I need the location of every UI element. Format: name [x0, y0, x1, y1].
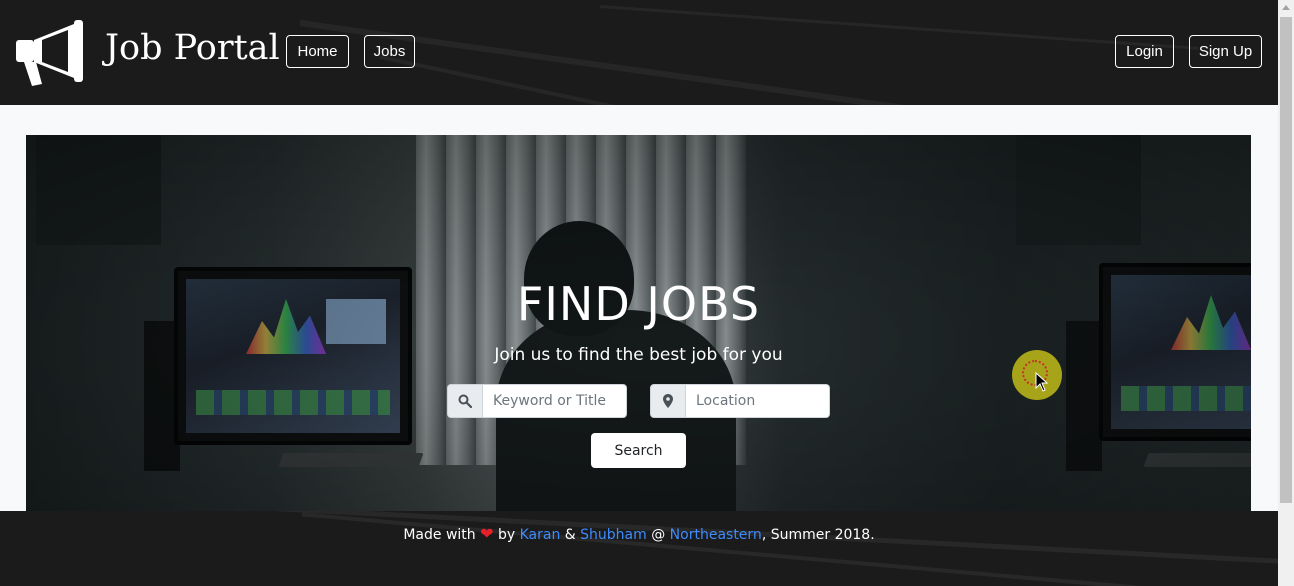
footer-at: @	[651, 527, 666, 543]
navbar: Job Portal Home Jobs Login Sign Up	[0, 0, 1278, 105]
location-input[interactable]: Location	[686, 384, 830, 418]
megaphone-icon[interactable]	[12, 18, 92, 88]
home-button[interactable]: Home	[286, 35, 349, 68]
hero-subtitle: Join us to find the best job for you	[494, 345, 783, 365]
keyword-input[interactable]: Keyword or Title	[483, 384, 627, 418]
scrollbar-thumb[interactable]	[1280, 17, 1292, 503]
mouse-pointer-icon	[1035, 372, 1049, 392]
footer-amp: &	[564, 527, 576, 543]
footer-by: by	[497, 527, 516, 543]
jobs-button[interactable]: Jobs	[364, 35, 415, 68]
author-link-karan[interactable]: Karan	[520, 527, 561, 543]
search-button[interactable]: Search	[591, 433, 686, 468]
scroll-up-arrow-icon[interactable]	[1282, 5, 1290, 10]
footer-made-with: Made with	[403, 527, 476, 543]
northeastern-link[interactable]: Northeastern	[670, 527, 762, 543]
hero-title: FIND JOBS	[516, 277, 761, 331]
search-icon	[447, 384, 483, 418]
vertical-scrollbar[interactable]	[1278, 0, 1294, 586]
footer-credits: Made with ❤ by Karan & Shubham @ Northea…	[0, 524, 1278, 545]
map-marker-icon	[650, 384, 686, 418]
author-link-shubham[interactable]: Shubham	[580, 527, 647, 543]
heart-icon: ❤	[480, 524, 494, 543]
hero-banner: FIND JOBS Join us to find the best job f…	[26, 135, 1251, 511]
brand-title[interactable]: Job Portal	[105, 27, 280, 69]
signup-button[interactable]: Sign Up	[1189, 35, 1262, 68]
footer: Made with ❤ by Karan & Shubham @ Northea…	[0, 511, 1278, 586]
footer-tail: , Summer 2018.	[761, 527, 875, 543]
login-button[interactable]: Login	[1115, 35, 1174, 68]
keyword-search-group: Keyword or Title	[447, 384, 627, 418]
location-search-group: Location	[650, 384, 830, 418]
